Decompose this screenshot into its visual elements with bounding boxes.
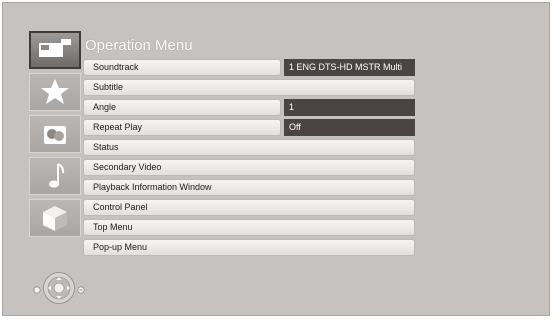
menu-title: Operation Menu <box>85 37 193 54</box>
cube-icon <box>43 206 67 231</box>
menu-item-pop-up-menu[interactable]: Pop-up Menu <box>83 239 415 256</box>
menu-item-status[interactable]: Status <box>83 139 415 156</box>
sidebar-tab-music[interactable] <box>29 157 81 195</box>
video-tab-icon <box>39 39 71 57</box>
sidebar-tab-cube[interactable] <box>29 199 81 237</box>
dpad-remote-icon <box>33 272 85 304</box>
star-icon <box>41 79 69 104</box>
repeat-play-value: Off <box>284 119 415 136</box>
sidebar-tab-photo[interactable] <box>29 115 81 153</box>
menu-item-control-panel[interactable]: Control Panel <box>83 199 415 216</box>
menu-item-playback-information-window[interactable]: Playback Information Window <box>83 179 415 196</box>
photo-icon <box>44 126 66 144</box>
menu-item-secondary-video[interactable]: Secondary Video <box>83 159 415 176</box>
menu-item-repeat-play[interactable]: Repeat Play <box>83 119 281 136</box>
osd-screen: Operation Menu Soundtrack 1 ENG DTS-HD M… <box>2 2 550 316</box>
soundtrack-value: 1 ENG DTS-HD MSTR Multi <box>284 59 415 76</box>
sidebar-tab-star[interactable] <box>29 73 81 111</box>
navigation-hint <box>33 271 93 305</box>
angle-value: 1 <box>284 99 415 116</box>
menu-item-soundtrack[interactable]: Soundtrack <box>83 59 281 76</box>
menu-item-subtitle[interactable]: Subtitle <box>83 79 415 96</box>
sidebar-tab-video[interactable] <box>29 31 81 69</box>
music-note-icon <box>49 163 65 188</box>
menu-item-top-menu[interactable]: Top Menu <box>83 219 415 236</box>
menu-item-angle[interactable]: Angle <box>83 99 281 116</box>
